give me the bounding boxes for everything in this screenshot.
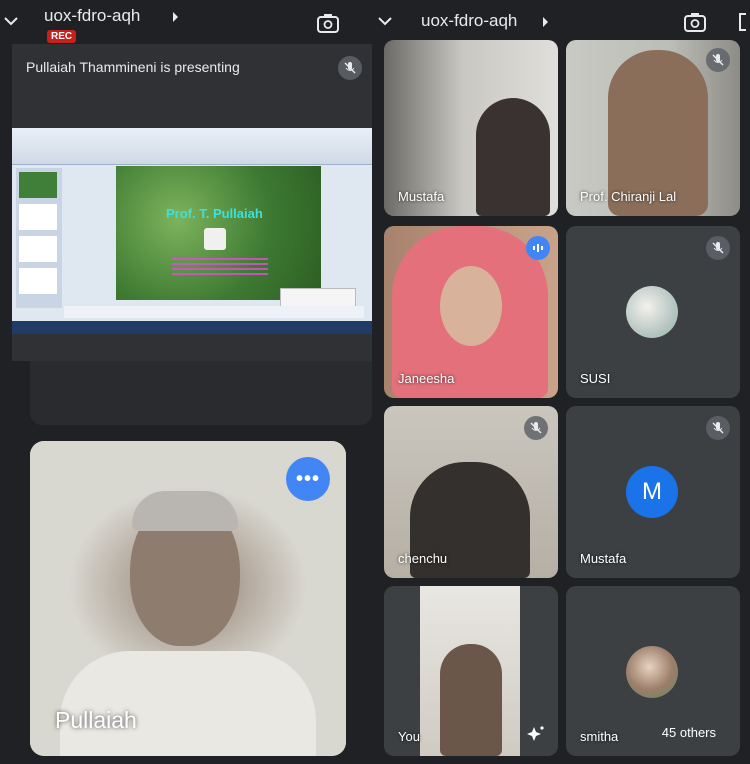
self-view-name: Pullaiah — [55, 707, 137, 733]
others-count-badge[interactable]: 45 others — [649, 719, 728, 746]
presentation-tile: Pullaiah Thammineni is presenting Prof. … — [12, 44, 372, 361]
effects-icon[interactable] — [526, 724, 546, 749]
audio-wave-icon — [533, 244, 543, 252]
participant-name: chenchu — [398, 551, 448, 566]
shared-screen: Prof. T. Pullaiah — [12, 128, 372, 334]
self-view-tile[interactable]: ••• Pullaiah — [30, 441, 346, 756]
participant-tile[interactable]: chenchu — [384, 406, 558, 578]
participant-tile[interactable]: Janeesha — [384, 226, 558, 398]
participant-name: Mustafa — [398, 189, 445, 204]
participant-tile[interactable]: Prof. Chiranji Lal — [566, 40, 740, 216]
meeting-code[interactable]: uox-fdro-aqh — [44, 6, 140, 26]
presentation-mic-off-icon — [338, 56, 362, 80]
presenting-label: Pullaiah Thammineni is presenting — [26, 59, 240, 75]
windows-taskbar — [12, 321, 372, 334]
collapse-chevron-icon[interactable] — [2, 14, 20, 28]
participant-name: You — [398, 729, 420, 744]
more-options-button[interactable]: ••• — [286, 457, 330, 501]
audio-output-icon[interactable] — [736, 11, 750, 38]
avatar — [626, 286, 678, 338]
participant-name: Janeesha — [398, 371, 455, 386]
avatar-letter: M — [642, 478, 662, 505]
camera-flip-icon[interactable] — [683, 11, 707, 38]
person-hair — [132, 491, 238, 531]
slide-canvas: Prof. T. Pullaiah — [116, 166, 321, 300]
notes-bar — [64, 306, 364, 318]
mic-off-icon — [706, 236, 730, 260]
slide-title: Prof. T. Pullaiah — [166, 206, 263, 221]
avatar — [626, 646, 678, 698]
participant-name: SUSI — [580, 371, 611, 386]
participant-tile[interactable]: Mustafa — [384, 40, 558, 216]
slide-thumbnails — [16, 168, 62, 308]
collapse-chevron-icon[interactable] — [376, 14, 394, 33]
recording-badge: REC — [47, 30, 77, 43]
self-preview-tile[interactable]: You — [384, 586, 558, 756]
meeting-code[interactable]: uox-fdro-aqh — [421, 11, 517, 31]
participant-name: Prof. Chiranji Lal — [580, 189, 677, 204]
avatar: M — [626, 466, 678, 518]
ribbon-toolbar — [12, 128, 372, 165]
meeting-info-chevron-icon[interactable] — [542, 15, 550, 33]
mic-off-icon — [706, 416, 730, 440]
person-shirt — [60, 651, 316, 756]
participant-name: Mustafa — [580, 551, 627, 566]
participant-name: smitha — [580, 729, 619, 744]
slide-emblem — [204, 228, 226, 250]
participant-tile[interactable]: M Mustafa — [566, 406, 740, 578]
person-shape — [440, 644, 502, 756]
slide-text-lines — [172, 258, 268, 276]
mic-off-icon — [706, 48, 730, 72]
person-face — [440, 266, 502, 346]
person-shape — [476, 98, 550, 216]
others-tile[interactable]: smitha 45 others — [566, 586, 740, 756]
more-options-icon: ••• — [295, 467, 320, 490]
mic-off-icon — [524, 416, 548, 440]
meeting-info-chevron-icon[interactable] — [172, 10, 180, 28]
participant-tile[interactable]: SUSI — [566, 226, 740, 398]
speaking-indicator — [526, 236, 550, 260]
presentation-tile-footer — [30, 361, 372, 425]
camera-flip-icon[interactable] — [316, 12, 340, 39]
